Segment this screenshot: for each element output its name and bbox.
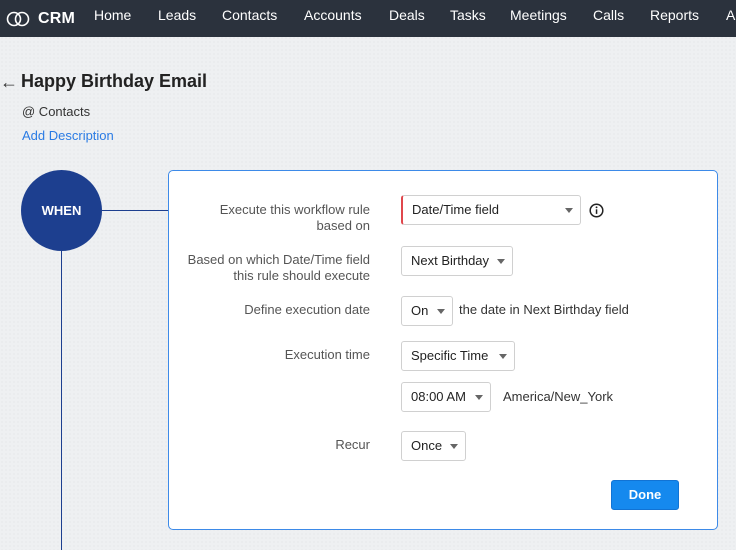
chevron-down-icon [450,444,458,449]
crm-logo[interactable]: CRM [6,0,75,37]
chevron-down-icon [475,395,483,400]
when-label: WHEN [41,203,82,218]
chevron-down-icon [499,354,507,359]
execution-date-value: On [411,303,429,318]
timezone-text: America/New_York [503,389,614,404]
nav-item-leads[interactable]: Leads [158,0,196,37]
nav-item-calls[interactable]: Calls [593,0,624,37]
nav-item-meetings[interactable]: Meetings [510,0,567,37]
nav-item-contacts[interactable]: Contacts [222,0,277,37]
execute-based-on-value: Date/Time field [412,202,499,217]
nav-item-accounts[interactable]: Accounts [304,0,362,37]
arrow-left-icon[interactable]: ← [0,72,18,93]
nav-item-home[interactable]: Home [94,0,131,37]
execution-time-label: Execution time [284,347,370,362]
brand-name: CRM [38,9,76,27]
page-title: Happy Birthday Email [21,71,208,91]
datetime-field-label-line1: Based on which Date/Time field [187,252,370,267]
recur-value: Once [411,438,443,453]
datetime-field-label: Based on which Date/Time field this rule… [188,252,370,284]
execute-based-on-dropdown[interactable]: Date/Time field [401,195,581,225]
recur-label: Recur [335,437,370,452]
execution-time-value: Specific Time [411,348,489,363]
timeline-connector [102,210,169,211]
recur-dropdown[interactable]: Once [401,431,466,461]
info-icon[interactable] [589,203,604,218]
execute-based-on-label: Execute this workflow rule based on [220,202,370,234]
when-condition-panel: Execute this workflow rule based on Date… [168,170,718,530]
chevron-down-icon [565,208,573,213]
execute-based-on-label-line1: Execute this workflow rule [219,202,370,217]
execute-based-on-label-line2: based on [316,218,371,233]
chevron-down-icon [437,309,445,314]
add-description-link[interactable]: Add Description [22,128,114,143]
datetime-field-dropdown[interactable]: Next Birthday [401,246,513,276]
datetime-field-value: Next Birthday [411,253,490,268]
execution-time-dropdown[interactable]: Specific Time [401,341,515,371]
module-name: @ Contacts [22,104,91,119]
done-button[interactable]: Done [611,480,679,510]
when-node[interactable]: WHEN [21,170,102,251]
datetime-field-label-line2: this rule should execute [233,268,370,283]
nav-item-analytics[interactable]: Ar [726,0,736,37]
nav-item-tasks[interactable]: Tasks [450,0,486,37]
top-navigation-bar: CRM Home Leads Contacts Accounts Deals T… [0,0,736,37]
execution-date-label: Define execution date [244,302,370,317]
crm-cloud-logo-icon [6,11,30,26]
time-picker-dropdown[interactable]: 08:00 AM [401,382,491,412]
execution-date-dropdown[interactable]: On [401,296,453,326]
time-picker-value: 08:00 AM [411,389,466,404]
chevron-down-icon [497,259,505,264]
timeline-line [61,251,62,550]
execution-date-suffix: the date in Next Birthday field [459,302,629,317]
nav-item-reports[interactable]: Reports [650,0,699,37]
nav-item-deals[interactable]: Deals [389,0,425,37]
